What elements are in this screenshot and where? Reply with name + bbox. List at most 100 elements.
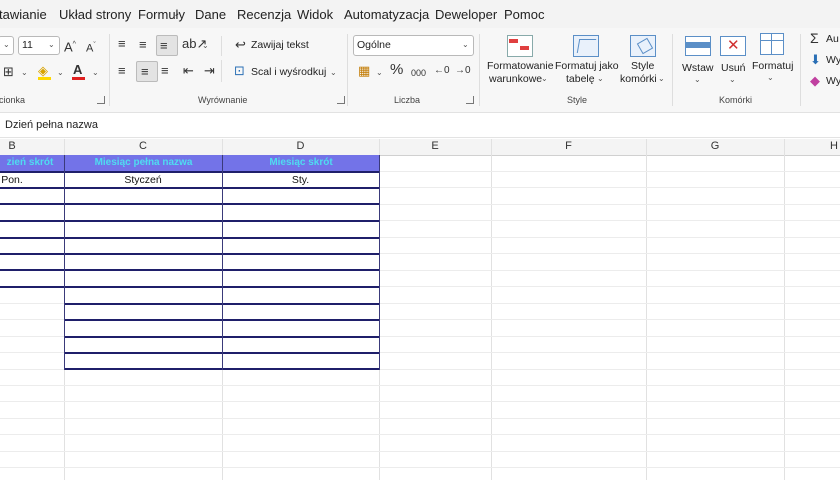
menu-formulas[interactable]: Formuły — [138, 7, 185, 22]
cell-d2[interactable]: Sty. — [222, 174, 379, 186]
align-bottom-button[interactable]: ≡ — [156, 35, 178, 56]
column-header-f[interactable]: F — [491, 140, 646, 152]
chevron-down-icon[interactable]: ⌄ — [376, 68, 383, 77]
autosum-button[interactable]: Au — [826, 33, 839, 45]
align-top-icon[interactable]: ≡ — [118, 37, 126, 51]
menu-developer[interactable]: Deweloper — [435, 7, 497, 22]
font-group-launcher[interactable] — [97, 96, 105, 104]
chevron-down-icon[interactable]: ⌄ — [694, 75, 701, 84]
column-header-d[interactable]: D — [222, 140, 379, 152]
alignment-group-launcher[interactable] — [337, 96, 345, 104]
menu-insert[interactable]: tawianie — [0, 7, 47, 22]
separator — [800, 34, 801, 106]
autosum-icon[interactable]: Σ — [810, 31, 819, 45]
chevron-down-icon[interactable]: ⌄ — [597, 74, 604, 83]
format-as-table-line2[interactable]: tabelę — [566, 73, 595, 85]
menu-review[interactable]: Recenzja — [237, 7, 291, 22]
menu-view[interactable]: Widok — [297, 7, 333, 22]
conditional-formatting-icon[interactable] — [507, 35, 533, 57]
number-group-launcher[interactable] — [466, 96, 474, 104]
delete-button[interactable]: Usuń — [721, 62, 746, 74]
separator — [672, 34, 673, 106]
insert-cells-icon[interactable] — [685, 36, 711, 56]
separator — [221, 36, 222, 56]
table-border — [0, 187, 379, 189]
table-border — [0, 253, 379, 255]
conditional-formatting-line1[interactable]: Formatowanie — [487, 60, 554, 72]
increase-indent-icon[interactable]: ⇥ — [204, 64, 215, 78]
chevron-down-icon: ⌄ — [462, 40, 469, 49]
column-header-b[interactable]: B — [0, 140, 29, 152]
cell-b2[interactable]: Pon. — [0, 174, 24, 186]
separator — [109, 34, 110, 106]
align-center-button[interactable]: ≡ — [136, 61, 158, 82]
chevron-down-icon[interactable]: ⌄ — [92, 68, 99, 77]
chevron-down-icon[interactable]: ⌄ — [21, 68, 28, 77]
chevron-down-icon[interactable]: ⌄ — [541, 74, 548, 83]
chevron-down-icon[interactable]: ⌄ — [202, 41, 209, 50]
align-center-icon: ≡ — [141, 64, 149, 79]
column-header-h[interactable]: H — [784, 140, 840, 152]
menu-automate[interactable]: Automatyzacja — [344, 7, 429, 22]
format-button[interactable]: Formatuj — [752, 60, 793, 72]
accounting-format-icon[interactable]: ▦ — [358, 64, 370, 78]
table-border — [0, 220, 379, 222]
chevron-down-icon[interactable]: ⌄ — [729, 75, 736, 84]
decrease-indent-icon[interactable]: ⇤ — [183, 64, 194, 78]
font-color-icon[interactable]: A — [73, 63, 82, 77]
table-border — [0, 269, 379, 271]
cell-styles-icon[interactable] — [630, 35, 656, 57]
fill-button[interactable]: Wy — [826, 54, 840, 66]
format-as-table-icon[interactable] — [573, 35, 599, 57]
chevron-down-icon[interactable]: ⌄ — [330, 68, 337, 77]
align-right-icon[interactable]: ≡ — [161, 64, 169, 78]
chevron-down-icon[interactable]: ⌄ — [767, 73, 774, 82]
increase-decimal-icon[interactable]: ←0 — [434, 64, 450, 78]
formula-bar[interactable]: Dzień pełna nazwa — [0, 113, 840, 138]
insert-button[interactable]: Wstaw — [682, 62, 714, 74]
column-header-e[interactable]: E — [379, 140, 491, 152]
eraser-icon[interactable]: ◆ — [810, 74, 820, 88]
fill-down-icon[interactable]: ⬇ — [810, 53, 821, 67]
format-as-table-line1[interactable]: Formatuj jako — [555, 60, 619, 72]
number-format-dropdown[interactable]: Ogólne ⌄ — [353, 35, 474, 56]
font-shrink-button[interactable]: Aˇ — [86, 39, 96, 56]
cell-c2[interactable]: Styczeń — [64, 174, 222, 186]
menu-help[interactable]: Pomoc — [504, 7, 544, 22]
font-grow-button[interactable]: A^ — [64, 38, 76, 54]
format-cells-icon[interactable] — [760, 33, 784, 55]
separator — [221, 60, 222, 82]
chevron-down-icon[interactable]: ⌄ — [658, 74, 665, 83]
column-header-g[interactable]: G — [646, 140, 784, 152]
menu-page-layout[interactable]: Układ strony — [59, 7, 131, 22]
cell-styles-line1[interactable]: Style — [631, 60, 654, 72]
formula-bar-content[interactable]: Dzień pełna nazwa — [5, 119, 98, 131]
percent-button[interactable]: % — [390, 62, 403, 77]
gridline — [0, 418, 840, 419]
conditional-formatting-line2[interactable]: warunkowe — [489, 73, 542, 85]
wrap-text-button[interactable]: Zawijaj tekst — [251, 39, 309, 51]
header-cell-month-full[interactable]: Miesiąc pełna nazwa — [65, 155, 222, 171]
align-middle-icon[interactable]: ≡ — [139, 38, 147, 52]
gridline — [784, 139, 785, 480]
fill-color-icon[interactable]: ◈ — [38, 64, 48, 78]
cell-styles-line2[interactable]: komórki — [620, 73, 657, 85]
align-left-icon[interactable]: ≡ — [118, 64, 126, 78]
wrap-text-icon[interactable]: ↩ — [235, 38, 246, 52]
header-cell-month-short[interactable]: Miesiąc skrót — [223, 155, 379, 171]
font-size-dropdown[interactable]: 11 ⌄ — [18, 36, 60, 55]
menu-data[interactable]: Dane — [195, 7, 226, 22]
borders-icon[interactable]: ⊞ — [3, 65, 14, 79]
font-name-dropdown[interactable]: ⌄ — [0, 36, 14, 55]
decrease-decimal-icon[interactable]: →0 — [455, 64, 471, 78]
chevron-down-icon[interactable]: ⌄ — [57, 68, 64, 77]
menu-bar: tawianie Układ strony Formuły Dane Recen… — [0, 0, 840, 28]
separator — [347, 34, 348, 106]
delete-cells-icon[interactable]: ✕ — [720, 36, 746, 56]
merge-center-icon[interactable]: ⊡ — [234, 64, 245, 78]
thousands-separator-button[interactable]: 000 — [411, 66, 426, 80]
header-cell-day-short[interactable]: zień skrót — [0, 155, 64, 171]
clear-button[interactable]: Wy — [826, 75, 840, 87]
merge-center-button[interactable]: Scal i wyśrodkuj — [251, 66, 326, 78]
column-header-c[interactable]: C — [64, 140, 222, 152]
